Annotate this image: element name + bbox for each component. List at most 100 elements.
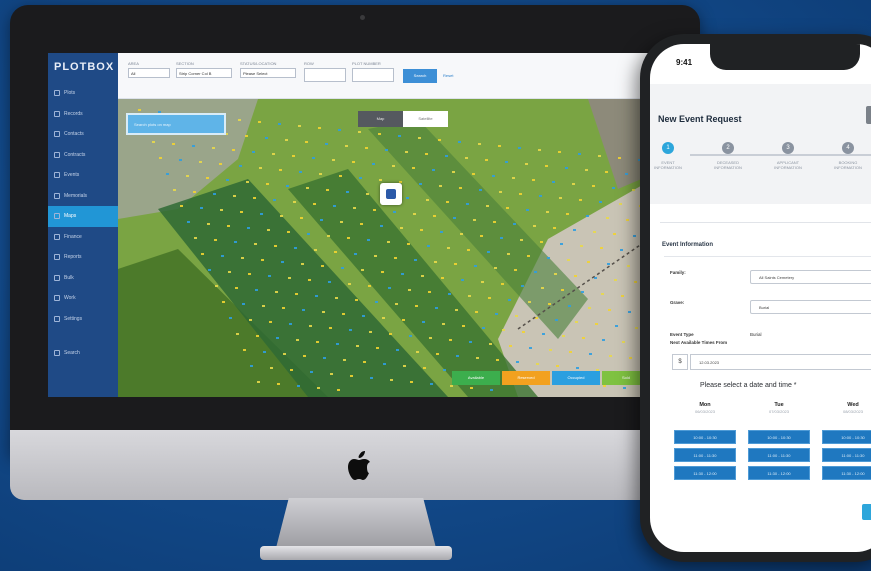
sidebar-item-label: Memorials: [64, 192, 88, 199]
status-select[interactable]: Please Select: [240, 68, 296, 78]
sidebar-item-search[interactable]: Search: [48, 343, 118, 364]
step-label: BOOKING INFORMATION: [834, 160, 862, 170]
events-icon: [54, 172, 60, 179]
day-name: Wed: [847, 402, 859, 408]
sidebar-item-label: Plots: [64, 90, 76, 97]
settings-icon: [54, 315, 60, 322]
step-3[interactable]: 3 APPLICANT INFORMATION: [758, 142, 818, 170]
filter-label: STATUS/LOCATION: [240, 61, 277, 66]
next-available-label: Next Available Times From: [670, 340, 728, 345]
step-2[interactable]: 2 DECEASED INFORMATION: [698, 142, 758, 170]
sidebar-item-contacts[interactable]: Contacts: [48, 124, 118, 145]
area-select[interactable]: All: [128, 68, 170, 78]
family-select[interactable]: All Saints Cemetery: [750, 270, 871, 284]
bulk-icon: [54, 274, 60, 281]
iphone: 9:41 New Event Request 1 EVENT INFORMATIO…: [640, 34, 871, 562]
sidebar-item-events[interactable]: Events: [48, 165, 118, 186]
filter-plot-number: PLOT NUMBER: [352, 61, 394, 82]
step-label: DECEASED INFORMATION: [714, 160, 742, 170]
day-column: Wed 08/03/2023: [820, 402, 871, 414]
day-date: 07/03/2023: [768, 409, 790, 414]
memorials-icon: [54, 192, 60, 199]
sidebar-item-label: Search: [64, 350, 80, 357]
phone-notch: [710, 44, 860, 70]
map-view[interactable]: Search plots on map Map Satellite Availa…: [118, 99, 688, 397]
sidebar-item-label: Bulk: [64, 274, 74, 281]
time-slot-button[interactable]: 10:00 - 10:30: [674, 430, 736, 444]
legend-item[interactable]: Occupied: [552, 371, 600, 385]
sidebar-item-label: Records: [64, 110, 83, 117]
sidebar-item-label: Maps: [64, 213, 77, 220]
contacts-icon: [54, 131, 60, 138]
legend-item[interactable]: Reserved: [502, 371, 550, 385]
day-column: Mon 06/03/2023: [672, 402, 738, 414]
time-slot-button[interactable]: 11:00 - 11:30: [674, 448, 736, 462]
step-1[interactable]: 1 EVENT INFORMATION: [650, 142, 698, 170]
date-input[interactable]: 12.03.2023: [690, 354, 871, 370]
aerial-map[interactable]: [118, 99, 688, 397]
day-date: 06/03/2023: [694, 409, 716, 414]
imac-monitor: PLOTBOX Plots Records Contacts Contracts Eve…: [10, 5, 700, 455]
plot-number-input[interactable]: [352, 68, 394, 82]
reset-link[interactable]: Reset: [443, 73, 453, 78]
location-pin-icon[interactable]: [380, 183, 402, 205]
work-icon: [54, 295, 60, 302]
filter-label: SECTION: [176, 61, 194, 66]
sidebar-item-settings[interactable]: Settings: [48, 309, 118, 330]
time-slot-button[interactable]: 11:00 - 11:30: [748, 448, 810, 462]
filter-bar: AREA All SECTION Strip Corner Col B STAT…: [118, 53, 688, 99]
time-slot-button[interactable]: 10:00 - 10:30: [822, 430, 871, 444]
map-type-toggle: Map Satellite: [358, 111, 448, 127]
event-type-label: Event Type: [670, 332, 694, 337]
time-slot-button[interactable]: 10:00 - 10:30: [748, 430, 810, 444]
search-button[interactable]: Search: [403, 69, 437, 83]
finance-icon: [54, 233, 60, 240]
day-date: 08/03/2023: [842, 409, 864, 414]
imac-chin: [10, 430, 700, 500]
sidebar-item-bulk[interactable]: Bulk: [48, 268, 118, 289]
time-slot-button[interactable]: 11:30 - 12:00: [748, 466, 810, 480]
search-icon: [54, 350, 60, 357]
phone-screen: 9:41 New Event Request 1 EVENT INFORMATIO…: [650, 44, 871, 552]
sidebar-item-plots[interactable]: Plots: [48, 83, 118, 104]
header-action-button[interactable]: [866, 106, 871, 124]
filter-section: SECTION Strip Corner Col B: [176, 61, 232, 78]
sidebar-item-reports[interactable]: Reports: [48, 247, 118, 268]
map-toggle-map[interactable]: Map: [358, 111, 403, 127]
day-column: Tue 07/03/2023: [746, 402, 812, 414]
legend-item[interactable]: Available: [452, 371, 500, 385]
time-slot-button[interactable]: 11:30 - 12:00: [822, 466, 871, 480]
sidebar: PLOTBOX Plots Records Contacts Contracts Eve…: [48, 53, 118, 397]
time-slot-button[interactable]: 11:00 - 11:30: [822, 448, 871, 462]
sidebar-item-finance[interactable]: Finance: [48, 227, 118, 248]
step-4[interactable]: 4 BOOKING INFORMATION: [818, 142, 871, 170]
contracts-icon: [54, 151, 60, 158]
map-toggle-satellite[interactable]: Satellite: [403, 111, 448, 127]
grave-label: Grave:: [670, 300, 685, 305]
family-label: Family:: [670, 270, 686, 275]
apple-icon: [348, 451, 370, 480]
sidebar-item-records[interactable]: Records: [48, 104, 118, 125]
row-input[interactable]: [304, 68, 346, 82]
time-slot-button[interactable]: 11:30 - 12:00: [674, 466, 736, 480]
filter-area: AREA All: [128, 61, 170, 78]
sidebar-item-work[interactable]: Work: [48, 288, 118, 309]
sidebar-item-label: Contracts: [64, 151, 86, 158]
map-search-input[interactable]: Search plots on map: [126, 113, 226, 135]
sidebar-item-label: Events: [64, 172, 80, 179]
sidebar-item-label: Settings: [64, 315, 83, 322]
sidebar-item-maps[interactable]: Maps: [48, 206, 118, 227]
maps-icon: [54, 213, 60, 220]
slot-title: Please select a date and time *: [700, 382, 797, 389]
sidebar-item-memorials[interactable]: Memorials: [48, 186, 118, 207]
next-button[interactable]: [862, 504, 871, 520]
filter-row: ROW: [304, 61, 346, 82]
sidebar-item-contracts[interactable]: Contracts: [48, 145, 118, 166]
section-select[interactable]: Strip Corner Col B: [176, 68, 232, 78]
status-time: 9:41: [676, 58, 693, 67]
step-number: 1: [662, 142, 674, 154]
step-number: 2: [722, 142, 734, 154]
event-type-value: Burial: [750, 332, 762, 337]
grave-select[interactable]: Burial: [750, 300, 871, 314]
sidebar-item-label: Contacts: [64, 131, 84, 138]
